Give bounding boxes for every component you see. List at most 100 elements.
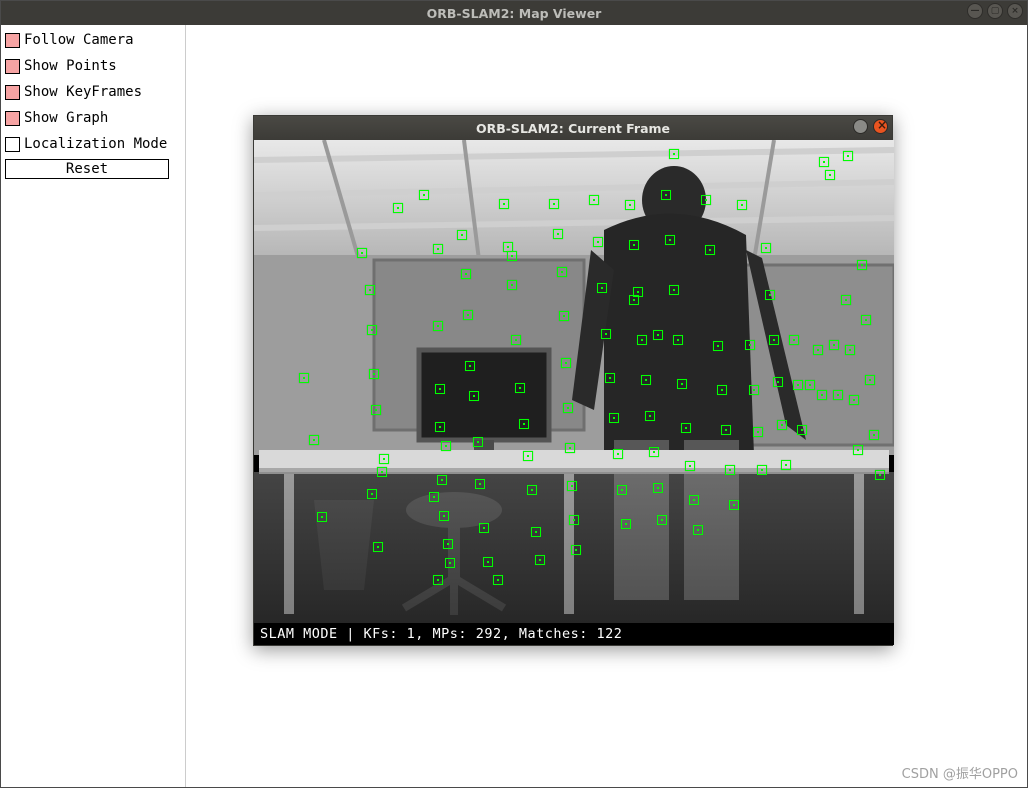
maximize-icon[interactable]: ▢ [987, 3, 1003, 19]
feature-marker [825, 170, 835, 180]
feature-marker [435, 384, 445, 394]
feature-marker [589, 195, 599, 205]
feature-marker [669, 149, 679, 159]
checkbox-icon[interactable] [5, 137, 20, 152]
feature-marker [621, 519, 631, 529]
feature-marker [829, 340, 839, 350]
feature-marker [443, 539, 453, 549]
feature-marker [789, 335, 799, 345]
feature-marker [357, 248, 367, 258]
feature-marker [765, 290, 775, 300]
feature-marker [717, 385, 727, 395]
feature-marker [761, 243, 771, 253]
feature-marker [857, 260, 867, 270]
option-label: Show Graph [24, 109, 108, 127]
feature-marker [701, 195, 711, 205]
close-icon[interactable]: × [1007, 3, 1023, 19]
feature-marker [813, 345, 823, 355]
feature-marker [819, 157, 829, 167]
option-label: Show Points [24, 57, 117, 75]
feature-marker [373, 542, 383, 552]
feature-marker [601, 329, 611, 339]
feature-marker [553, 229, 563, 239]
feature-marker [681, 423, 691, 433]
feature-marker [757, 465, 767, 475]
map-viewer-title: ORB-SLAM2: Map Viewer [427, 6, 602, 21]
feature-marker [515, 383, 525, 393]
feature-marker [465, 361, 475, 371]
option-show-points[interactable]: Show Points [3, 53, 181, 79]
feature-marker [685, 461, 695, 471]
checkbox-icon[interactable] [5, 59, 20, 74]
current-frame-content: SLAM MODE | KFs: 1, MPs: 292, Matches: 1… [254, 140, 894, 645]
feature-marker [737, 200, 747, 210]
feature-marker [317, 512, 327, 522]
minimize-icon[interactable] [853, 119, 868, 134]
feature-marker [511, 335, 521, 345]
feature-marker [793, 380, 803, 390]
feature-marker [527, 485, 537, 495]
feature-marker [629, 295, 639, 305]
feature-marker [689, 495, 699, 505]
checkbox-icon[interactable] [5, 111, 20, 126]
feature-marker [439, 511, 449, 521]
feature-marker [367, 325, 377, 335]
feature-marker [843, 151, 853, 161]
feature-marker [569, 515, 579, 525]
map-viewer-titlebar[interactable]: ORB-SLAM2: Map Viewer — ▢ × [1, 1, 1027, 25]
close-icon[interactable] [873, 119, 888, 134]
feature-marker [665, 235, 675, 245]
feature-marker [769, 335, 779, 345]
reset-button[interactable]: Reset [5, 159, 169, 179]
feature-marker [649, 447, 659, 457]
option-show-keyframes[interactable]: Show KeyFrames [3, 79, 181, 105]
feature-marker [435, 422, 445, 432]
feature-marker [559, 311, 569, 321]
minimize-icon[interactable]: — [967, 3, 983, 19]
checkbox-icon[interactable] [5, 85, 20, 100]
feature-marker [677, 379, 687, 389]
feature-marker [749, 385, 759, 395]
feature-marker [661, 190, 671, 200]
current-frame-title: ORB-SLAM2: Current Frame [476, 121, 670, 136]
camera-frame-image [254, 140, 894, 645]
feature-marker [729, 500, 739, 510]
option-label: Follow Camera [24, 31, 134, 49]
feature-marker [865, 375, 875, 385]
feature-marker [367, 489, 377, 499]
option-localization-mode[interactable]: Localization Mode [3, 131, 181, 157]
feature-marker [629, 240, 639, 250]
feature-marker [669, 285, 679, 295]
feature-marker [437, 475, 447, 485]
feature-marker [653, 330, 663, 340]
feature-marker [597, 283, 607, 293]
sidebar: Follow Camera Show Points Show KeyFrames… [3, 27, 181, 179]
current-frame-titlebar[interactable]: ORB-SLAM2: Current Frame [254, 116, 892, 140]
feature-marker [875, 470, 885, 480]
feature-marker [571, 545, 581, 555]
feature-marker [433, 575, 443, 585]
feature-marker [531, 527, 541, 537]
status-bar: SLAM MODE | KFs: 1, MPs: 292, Matches: 1… [254, 623, 894, 645]
feature-marker [869, 430, 879, 440]
feature-marker [693, 525, 703, 535]
option-follow-camera[interactable]: Follow Camera [3, 27, 181, 53]
feature-marker [645, 411, 655, 421]
feature-marker [475, 479, 485, 489]
feature-marker [657, 515, 667, 525]
feature-marker [299, 373, 309, 383]
feature-marker [845, 345, 855, 355]
feature-marker [441, 441, 451, 451]
feature-marker [641, 375, 651, 385]
current-frame-window: ORB-SLAM2: Current Frame [253, 115, 893, 646]
feature-marker [469, 391, 479, 401]
feature-marker [605, 373, 615, 383]
feature-marker [609, 413, 619, 423]
feature-marker [457, 230, 467, 240]
feature-marker [567, 481, 577, 491]
feature-marker [613, 449, 623, 459]
feature-marker [493, 575, 503, 585]
feature-marker [483, 557, 493, 567]
checkbox-icon[interactable] [5, 33, 20, 48]
option-show-graph[interactable]: Show Graph [3, 105, 181, 131]
